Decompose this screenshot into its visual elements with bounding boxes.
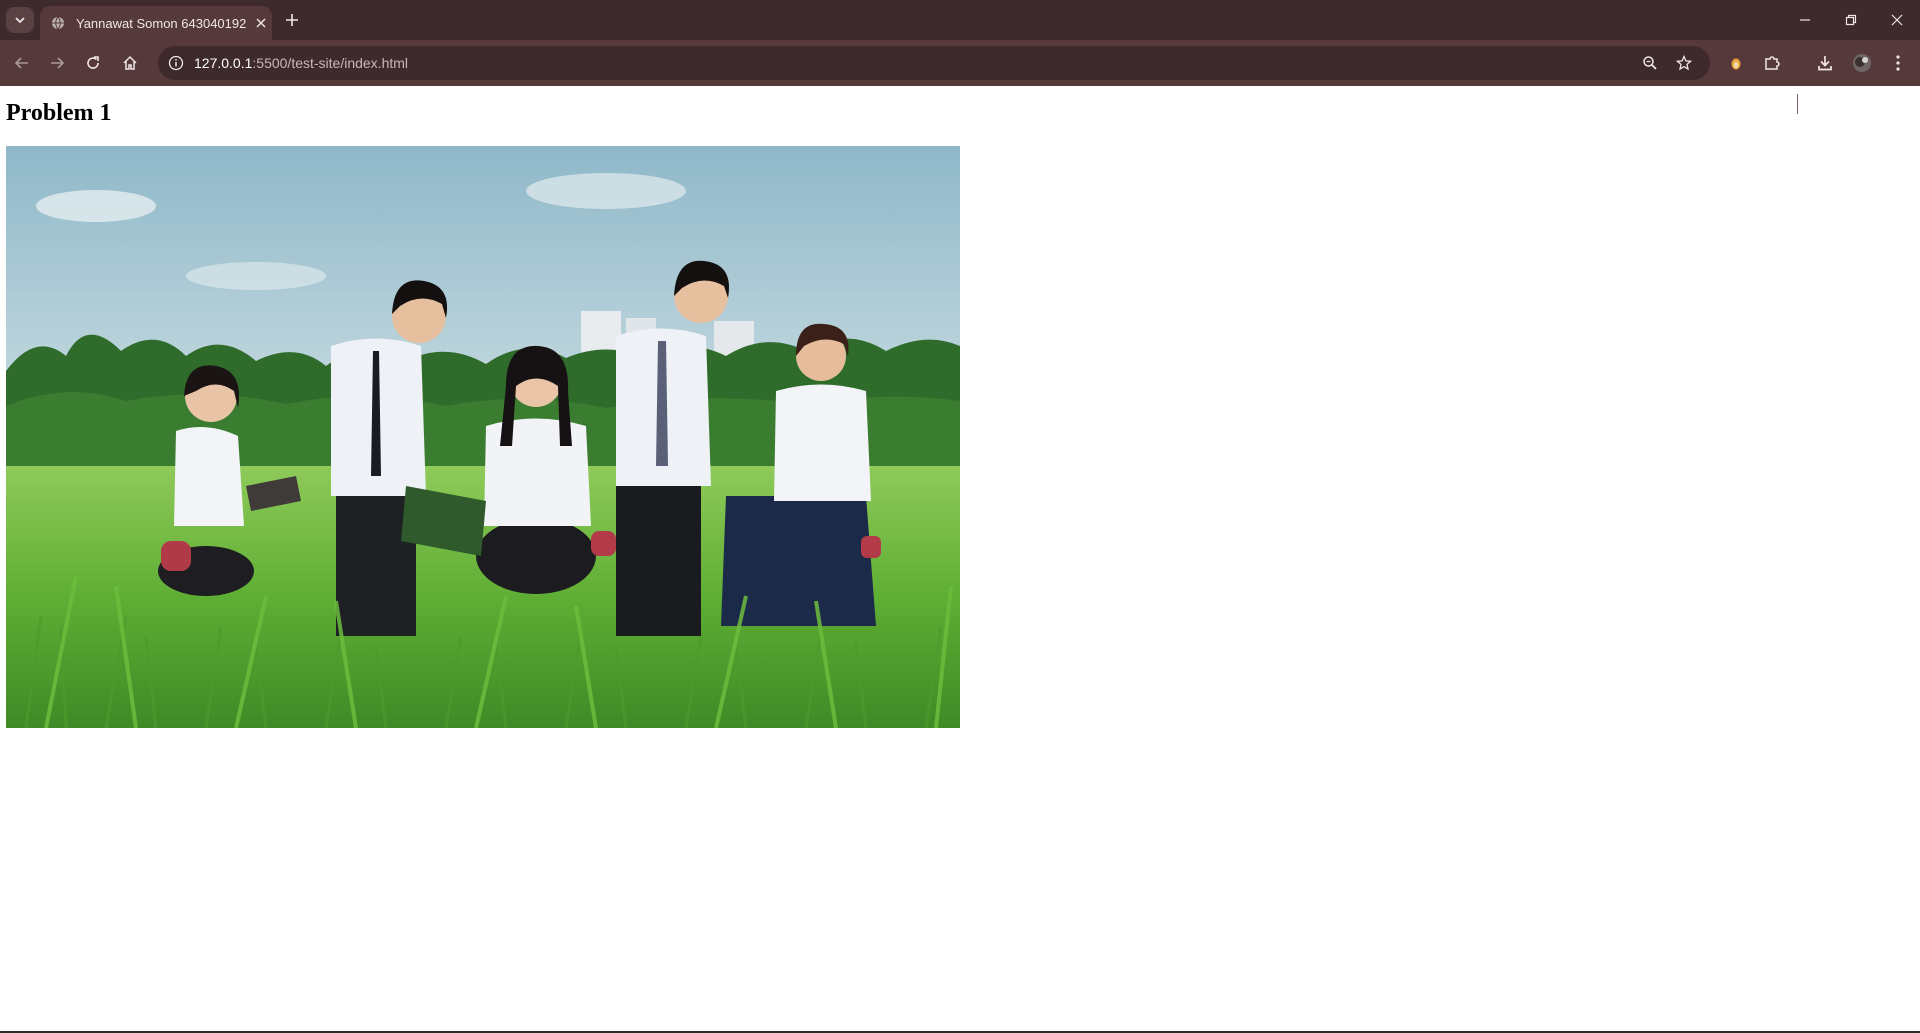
extension-badge-icon	[1731, 58, 1741, 70]
back-button[interactable]	[10, 51, 34, 75]
forward-icon	[51, 57, 65, 69]
back-icon	[14, 57, 28, 69]
address-bar[interactable]: 127.0.0.1:5500/test-site/index.html	[158, 46, 1710, 80]
window-close-icon	[1891, 14, 1903, 26]
tab-search-button[interactable]	[6, 7, 34, 33]
reload-icon	[87, 56, 99, 69]
globe-icon	[50, 15, 66, 31]
minimize-icon	[1800, 19, 1810, 21]
extensions-button[interactable]	[1760, 51, 1784, 75]
forward-button[interactable]	[45, 51, 69, 75]
tab-search-icon	[15, 17, 25, 24]
extension-badge-button[interactable]	[1724, 51, 1748, 75]
plus-icon	[286, 14, 298, 26]
home-icon	[123, 55, 137, 70]
url-text: 127.0.0.1:5500/test-site/index.html	[194, 55, 408, 71]
page-heading: Problem 1	[6, 100, 112, 126]
zoom-icon	[1643, 56, 1657, 70]
profile-button[interactable]	[1850, 51, 1874, 75]
window-close-button[interactable]	[1882, 8, 1912, 32]
more-icon	[1896, 55, 1900, 71]
zoom-button[interactable]	[1638, 51, 1662, 75]
menu-button[interactable]	[1886, 51, 1910, 75]
toolbar-separator	[1797, 94, 1798, 114]
tab-strip: Yannawat Somon 643040192-1	[0, 0, 1920, 40]
reload-button[interactable]	[81, 51, 105, 75]
restore-icon	[1845, 14, 1857, 26]
home-button[interactable]	[118, 51, 142, 75]
puzzle-icon	[1765, 56, 1780, 70]
minimize-button[interactable]	[1790, 8, 1820, 32]
active-tab[interactable]: Yannawat Somon 643040192-1	[40, 6, 272, 40]
profile-avatar-icon	[1853, 54, 1871, 72]
download-icon	[1818, 56, 1832, 71]
tab-title: Yannawat Somon 643040192-1	[76, 15, 246, 31]
restore-button[interactable]	[1836, 8, 1866, 32]
star-icon	[1676, 55, 1692, 71]
close-tab-button[interactable]	[252, 14, 270, 32]
info-icon	[168, 55, 184, 71]
url-host: 127.0.0.1	[194, 55, 253, 71]
url-path: :5500/test-site/index.html	[252, 55, 409, 71]
site-info-button[interactable]	[164, 51, 188, 75]
browser-toolbar: 127.0.0.1:5500/test-site/index.html	[0, 40, 1920, 114]
students-photo	[6, 146, 960, 728]
downloads-button[interactable]	[1813, 51, 1837, 75]
new-tab-button[interactable]	[282, 10, 302, 30]
bookmark-button[interactable]	[1672, 51, 1696, 75]
close-icon	[256, 18, 266, 28]
